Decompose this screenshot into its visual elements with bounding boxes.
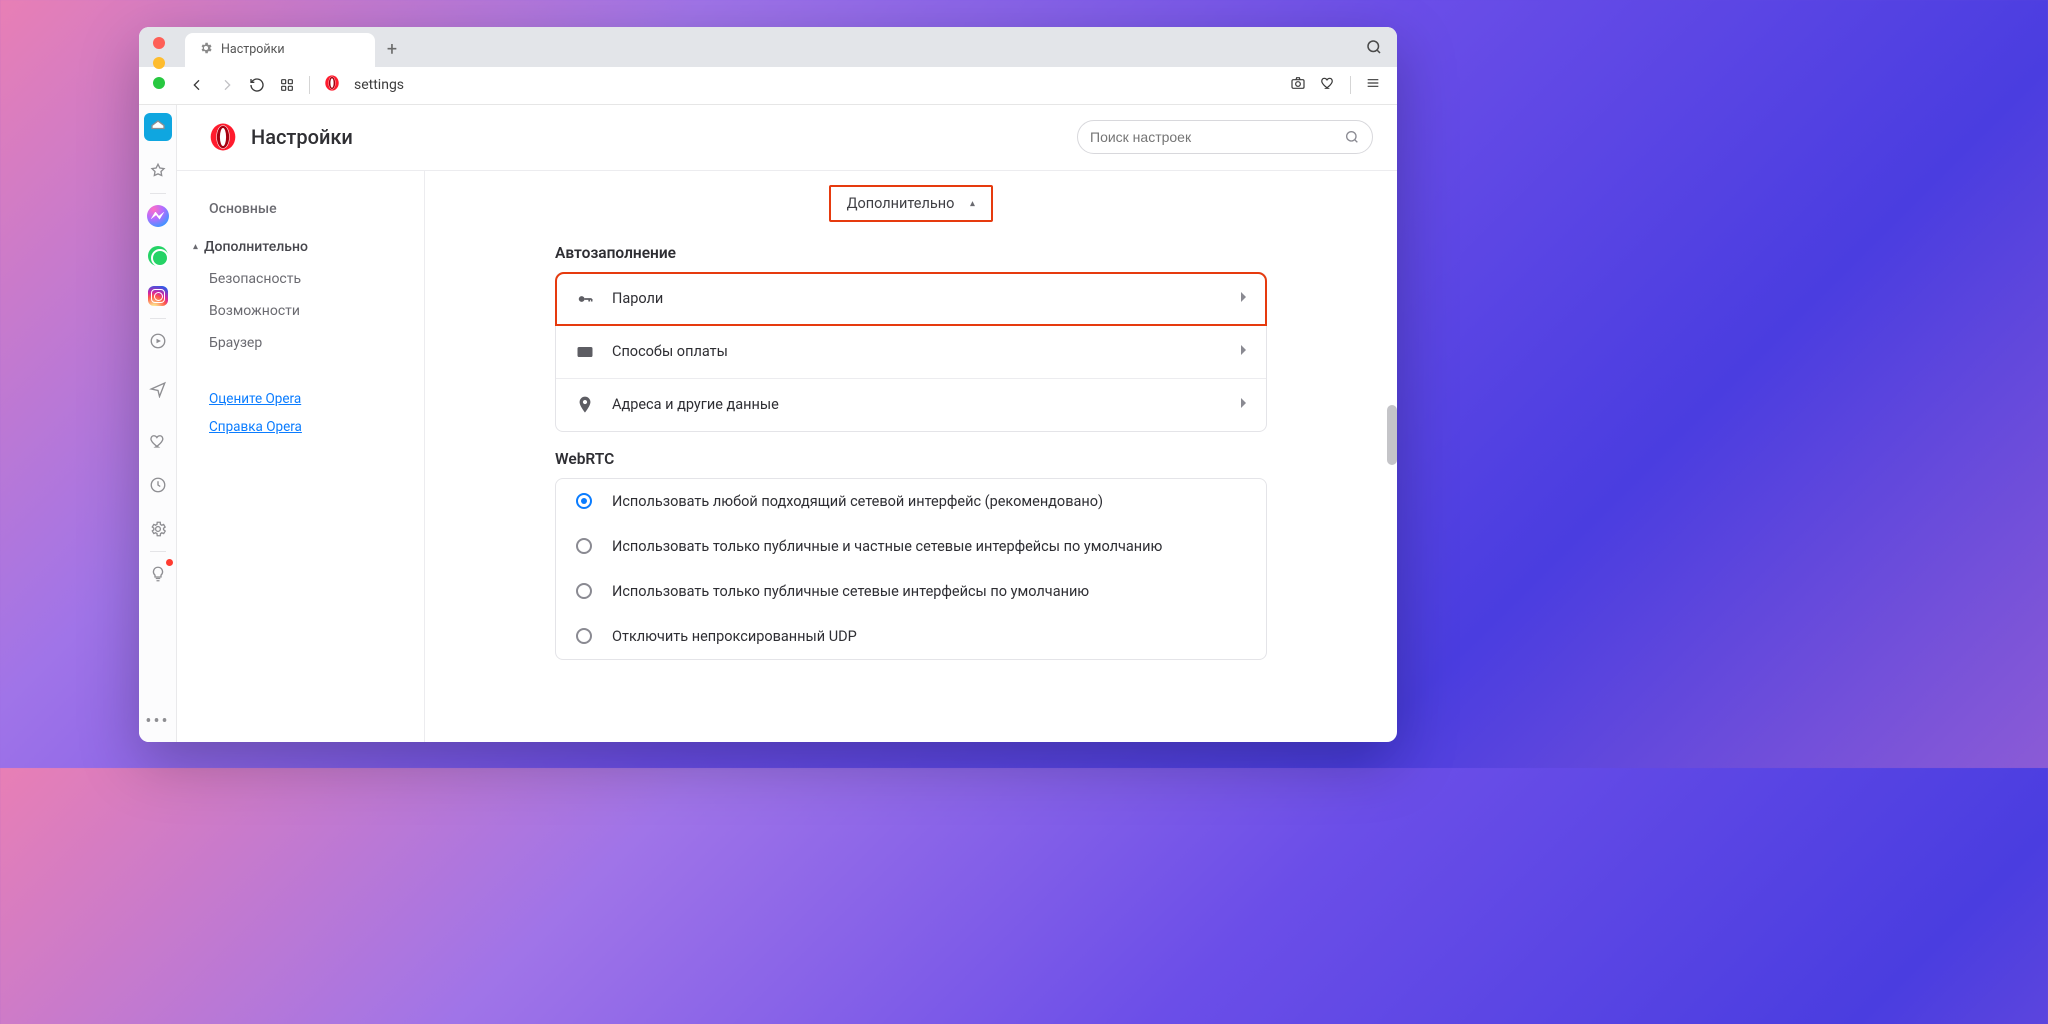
sidebar-help-link[interactable]: Справка Opera xyxy=(177,413,424,441)
sidebar-rate-link[interactable]: Оцените Opera xyxy=(177,385,424,413)
sidebar-item-basic[interactable]: Основные xyxy=(177,193,424,225)
notification-dot-icon xyxy=(166,559,173,566)
window-minimize-button[interactable] xyxy=(153,57,165,69)
autofill-card: Пароли Способы оплаты xyxy=(555,272,1267,432)
radio-icon xyxy=(576,628,592,644)
key-icon xyxy=(574,289,596,309)
sidebar-item-advanced[interactable]: ▾ Дополнительно xyxy=(177,231,424,263)
settings-search-input[interactable] xyxy=(1090,129,1336,145)
advanced-toggle-label: Дополнительно xyxy=(847,195,955,212)
back-button[interactable] xyxy=(189,77,205,93)
sidebar-item-browser[interactable]: Браузер xyxy=(177,327,424,359)
autofill-payment-row[interactable]: Способы оплаты xyxy=(556,325,1266,378)
autofill-addresses-label: Адреса и другие данные xyxy=(612,396,779,413)
scrollbar[interactable] xyxy=(1387,405,1397,465)
webrtc-option-pubpriv[interactable]: Использовать только публичные и частные … xyxy=(556,524,1266,569)
heart-button[interactable] xyxy=(1320,75,1336,95)
window-maximize-button[interactable] xyxy=(153,77,165,89)
rail-instagram-button[interactable] xyxy=(144,282,172,310)
card-icon xyxy=(574,342,596,362)
advanced-toggle-button[interactable]: Дополнительно ▾ xyxy=(829,185,994,222)
rail-separator xyxy=(150,193,166,194)
webrtc-option-disable-label: Отключить непроксированный UDP xyxy=(612,628,857,645)
divider xyxy=(309,76,310,94)
reload-button[interactable] xyxy=(249,77,265,93)
gear-icon xyxy=(199,41,213,59)
settings-header: Настройки xyxy=(177,105,1397,171)
search-icon xyxy=(1344,129,1360,145)
chevron-right-icon xyxy=(1240,290,1248,307)
easy-setup-button[interactable] xyxy=(1365,75,1381,95)
browser-window: Настройки + settings xyxy=(139,27,1397,742)
webrtc-option-pubpriv-label: Использовать только публичные и частные … xyxy=(612,538,1162,555)
autofill-payment-label: Способы оплаты xyxy=(612,343,728,360)
speed-dial-button[interactable] xyxy=(279,77,295,93)
chevron-right-icon xyxy=(1240,396,1248,413)
autofill-section-title: Автозаполнение xyxy=(555,244,1267,262)
webrtc-section-title: WebRTC xyxy=(555,450,1267,468)
rail-more-button[interactable]: ••• xyxy=(145,711,169,742)
radio-icon xyxy=(576,583,592,599)
caret-up-icon: ▾ xyxy=(970,198,975,209)
settings-main: Дополнительно ▾ Автозаполнение Пароли xyxy=(425,171,1397,742)
left-rail: ••• xyxy=(139,105,177,742)
sidebar-item-security[interactable]: Безопасность xyxy=(177,263,424,295)
webrtc-option-disable[interactable]: Отключить непроксированный UDP xyxy=(556,614,1266,659)
webrtc-card: Использовать любой подходящий сетевой ин… xyxy=(555,478,1267,660)
radio-icon xyxy=(576,538,592,554)
autofill-passwords-row[interactable]: Пароли xyxy=(556,273,1266,325)
window-close-button[interactable] xyxy=(153,37,165,49)
sidebar-item-features[interactable]: Возможности xyxy=(177,295,424,327)
address-bar: settings xyxy=(139,67,1397,105)
page-title: Настройки xyxy=(251,125,353,149)
settings-search[interactable] xyxy=(1077,120,1373,154)
snapshot-button[interactable] xyxy=(1290,75,1306,95)
webrtc-option-any[interactable]: Использовать любой подходящий сетевой ин… xyxy=(556,479,1266,524)
rail-bookmarks-button[interactable] xyxy=(144,157,172,185)
rail-whatsapp-button[interactable] xyxy=(144,242,172,270)
opera-icon xyxy=(324,75,340,95)
tab-settings[interactable]: Настройки xyxy=(185,33,375,67)
url-field[interactable]: settings xyxy=(354,77,1276,93)
rail-messenger-button[interactable] xyxy=(144,202,172,230)
messenger-icon xyxy=(147,205,169,227)
webrtc-option-pub[interactable]: Использовать только публичные сетевые ин… xyxy=(556,569,1266,614)
sidebar-advanced-label: Дополнительно xyxy=(204,239,308,255)
opera-logo-icon xyxy=(209,123,237,151)
webrtc-option-any-label: Использовать любой подходящий сетевой ин… xyxy=(612,493,1103,510)
rail-history-button[interactable] xyxy=(144,471,172,499)
rail-separator xyxy=(150,318,166,319)
rail-separator xyxy=(150,551,166,552)
rail-send-button[interactable] xyxy=(144,375,172,403)
whatsapp-icon xyxy=(148,246,168,266)
pin-icon xyxy=(574,395,596,415)
tab-bar: Настройки + xyxy=(139,27,1397,67)
settings-sidebar: Основные ▾ Дополнительно Безопасность Во… xyxy=(177,171,425,742)
instagram-icon xyxy=(148,286,168,306)
caret-up-icon: ▾ xyxy=(193,241,198,252)
autofill-passwords-label: Пароли xyxy=(612,290,663,307)
autofill-addresses-row[interactable]: Адреса и другие данные xyxy=(556,378,1266,431)
rail-tips-button[interactable] xyxy=(144,560,172,588)
chevron-right-icon xyxy=(1240,343,1248,360)
rail-pinboards-button[interactable] xyxy=(144,427,172,455)
tab-label: Настройки xyxy=(221,42,285,57)
webrtc-option-pub-label: Использовать только публичные сетевые ин… xyxy=(612,583,1089,600)
new-tab-button[interactable]: + xyxy=(375,33,409,67)
rail-home-button[interactable] xyxy=(144,113,172,141)
rail-settings-button[interactable] xyxy=(144,515,172,543)
rail-player-button[interactable] xyxy=(144,327,172,355)
forward-button[interactable] xyxy=(219,77,235,93)
divider xyxy=(1350,76,1351,94)
tabbar-search-button[interactable] xyxy=(1365,27,1383,67)
radio-icon xyxy=(576,493,592,509)
